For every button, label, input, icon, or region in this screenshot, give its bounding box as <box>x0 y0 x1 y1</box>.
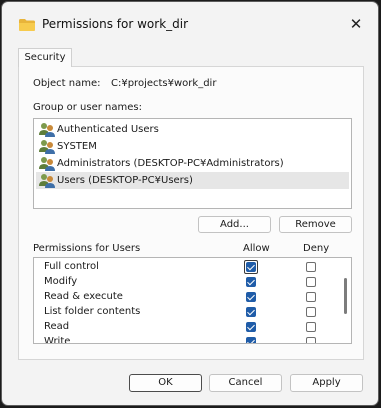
add-button[interactable]: Add... <box>198 216 271 233</box>
permissions-dialog: Permissions for work_dir ✕ Security Obje… <box>1 1 379 406</box>
allow-checkbox[interactable] <box>246 322 256 332</box>
ok-button[interactable]: OK <box>129 374 202 392</box>
permission-name: Write <box>44 336 71 344</box>
user-list-item[interactable]: Users (DESKTOP-PC¥Users) <box>36 172 349 189</box>
group-label: Group or user names: <box>33 102 142 113</box>
close-button[interactable]: ✕ <box>347 15 365 33</box>
user-name: Users (DESKTOP-PC¥Users) <box>57 175 193 186</box>
scrollbar[interactable] <box>344 278 347 314</box>
focus-ring <box>244 260 258 274</box>
user-group-icon <box>39 157 55 171</box>
user-list-item[interactable]: SYSTEM <box>36 138 349 155</box>
user-list-item[interactable]: Administrators (DESKTOP-PC¥Administrator… <box>36 155 349 172</box>
user-group-icon <box>39 123 55 137</box>
deny-checkbox[interactable] <box>306 292 316 302</box>
tab-security[interactable]: Security <box>18 48 72 67</box>
user-list[interactable]: Authenticated Users SYSTEM Administrators … <box>33 118 352 209</box>
permission-row: Write <box>34 335 334 344</box>
user-name: Authenticated Users <box>57 124 159 135</box>
user-group-icon <box>39 174 55 188</box>
user-name: SYSTEM <box>57 141 97 152</box>
user-list-item[interactable]: Authenticated Users <box>36 121 349 138</box>
permission-name: List folder contents <box>44 306 141 317</box>
user-group-icon <box>39 140 55 154</box>
allow-checkbox[interactable] <box>246 307 256 317</box>
window-title: Permissions for work_dir <box>42 17 189 31</box>
permission-row: Read <box>34 320 334 335</box>
permissions-list: Full control Modify Read & execute List fol… <box>33 257 352 344</box>
object-name-label: Object name: <box>33 78 101 89</box>
deny-checkbox[interactable] <box>306 337 316 343</box>
allow-checkbox[interactable] <box>246 292 256 302</box>
deny-checkbox[interactable] <box>306 322 316 332</box>
permission-row: Modify <box>34 275 334 290</box>
permission-row: Read & execute <box>34 290 334 305</box>
user-name: Administrators (DESKTOP-PC¥Administrator… <box>57 158 284 169</box>
allow-checkbox[interactable] <box>246 337 256 343</box>
object-name-value: C:¥projects¥work_dir <box>111 78 217 89</box>
allow-checkbox[interactable] <box>246 277 256 287</box>
permission-row: Full control <box>34 260 334 275</box>
folder-icon <box>19 19 35 31</box>
cancel-button[interactable]: Cancel <box>209 374 282 392</box>
permission-name: Full control <box>44 261 99 272</box>
title-bar: Permissions for work_dir ✕ <box>2 2 378 46</box>
security-panel: Object name: C:¥projects¥work_dir Group … <box>18 66 364 360</box>
permission-name: Modify <box>44 276 78 287</box>
permission-name: Read & execute <box>44 291 123 302</box>
deny-checkbox[interactable] <box>306 277 316 287</box>
deny-column-label: Deny <box>303 243 330 254</box>
deny-checkbox[interactable] <box>306 307 316 317</box>
permission-name: Read <box>44 321 70 332</box>
permissions-header: Permissions for Users <box>33 243 141 254</box>
allow-column-label: Allow <box>243 243 270 254</box>
apply-button[interactable]: Apply <box>290 374 363 392</box>
permission-row: List folder contents <box>34 305 334 320</box>
close-icon: ✕ <box>349 15 363 33</box>
remove-button[interactable]: Remove <box>279 216 352 233</box>
deny-checkbox[interactable] <box>306 262 316 272</box>
